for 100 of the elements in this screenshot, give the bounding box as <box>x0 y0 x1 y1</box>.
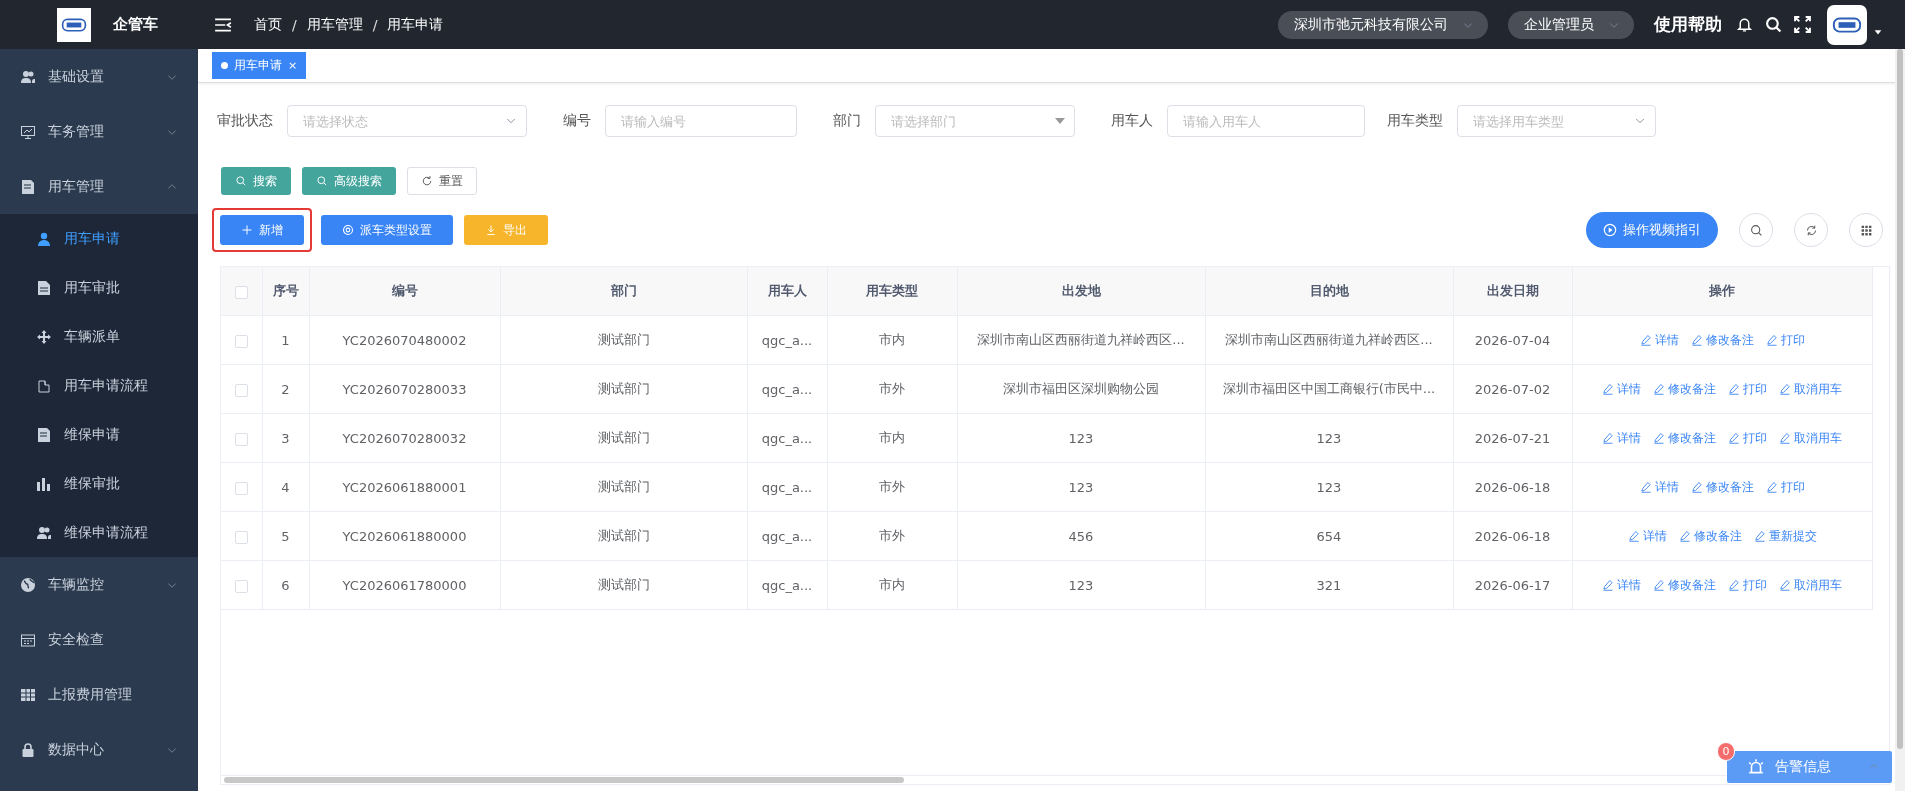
row-checkbox[interactable] <box>234 383 248 397</box>
filter-label: 用车人 <box>1111 112 1153 130</box>
table-cell: 测试部门 <box>500 511 747 561</box>
calendar-icon <box>20 631 36 648</box>
action-link[interactable]: 重新提交 <box>1753 527 1817 545</box>
action-link[interactable]: 打印 <box>1765 331 1805 349</box>
pencil-icon <box>1779 432 1791 444</box>
table-cell: 6 <box>262 560 309 610</box>
input-field[interactable]: 请输入编号 <box>605 105 797 137</box>
select-field[interactable]: 请选择部门 <box>875 105 1075 137</box>
filter-label: 用车类型 <box>1387 112 1443 130</box>
table-cell: 321 <box>1205 560 1453 610</box>
action-link[interactable]: 修改备注 <box>1653 429 1716 447</box>
table-cell: 2026-06-17 <box>1453 560 1572 610</box>
sidebar-item[interactable]: 基础设置 <box>0 49 198 104</box>
action-link[interactable]: 修改备注 <box>1678 527 1742 545</box>
pencil-icon <box>1779 579 1791 591</box>
sidebar-subitem[interactable]: 用车申请 <box>0 214 198 263</box>
action-link[interactable]: 修改备注 <box>1653 576 1716 594</box>
filter-label: 审批状态 <box>217 112 273 130</box>
pencil-icon <box>1779 383 1791 395</box>
table-cell: qgc_a... <box>747 364 827 414</box>
action-link[interactable]: 打印 <box>1728 429 1767 447</box>
column-header: 出发日期 <box>1453 267 1572 316</box>
columns-button[interactable] <box>1849 213 1883 247</box>
settings-button[interactable]: 派车类型设置 <box>321 215 453 245</box>
search-button[interactable]: 高级搜索 <box>302 167 396 195</box>
guide-button[interactable]: 操作视频指引 <box>1586 212 1718 248</box>
select-field[interactable]: 请选择用车类型 <box>1457 105 1656 137</box>
action-link[interactable]: 修改备注 <box>1690 478 1754 496</box>
sidebar-subitem[interactable]: 维保申请 <box>0 410 198 459</box>
action-link[interactable]: 取消用车 <box>1779 380 1842 398</box>
action-link[interactable]: 打印 <box>1728 380 1767 398</box>
search-button[interactable]: 搜索 <box>221 167 291 195</box>
column-header: 序号 <box>262 267 309 316</box>
action-link[interactable]: 详情 <box>1602 380 1641 398</box>
action-link[interactable]: 详情 <box>1602 429 1641 447</box>
sidebar-subitem[interactable]: 维保申请流程 <box>0 508 198 557</box>
action-link[interactable]: 修改备注 <box>1690 331 1754 349</box>
add-button[interactable]: 新增 <box>220 215 304 245</box>
table-cell: 1 <box>262 315 309 365</box>
action-link[interactable]: 详情 <box>1602 576 1641 594</box>
pencil-icon <box>1765 334 1778 346</box>
sidebar-item[interactable]: 安全检查 <box>0 612 198 667</box>
scrollbar-thumb[interactable] <box>224 777 904 783</box>
table-cell: 5 <box>262 511 309 561</box>
sidebar-item[interactable]: 用车管理 <box>0 159 198 214</box>
document-icon <box>36 426 52 443</box>
row-checkbox[interactable] <box>234 334 248 348</box>
sidebar-subitem[interactable]: 车辆派单 <box>0 312 198 361</box>
table-cell: 测试部门 <box>500 364 747 414</box>
select-all-checkbox[interactable] <box>234 285 248 299</box>
breadcrumb-item[interactable]: 用车管理 <box>306 15 363 34</box>
breadcrumb-separator: / <box>372 16 378 33</box>
action-link[interactable]: 打印 <box>1765 478 1805 496</box>
user-avatar[interactable] <box>1827 4 1867 45</box>
grid-icon <box>1859 223 1873 237</box>
move-icon <box>36 328 52 345</box>
refresh-icon <box>421 175 433 187</box>
row-checkbox[interactable] <box>234 432 248 446</box>
action-link[interactable]: 修改备注 <box>1653 380 1716 398</box>
table-cell: YC2026070280033 <box>309 364 500 414</box>
sidebar-item[interactable]: 上报费用管理 <box>0 667 198 722</box>
table-cell: 4 <box>262 462 309 512</box>
scrollbar-thumb[interactable] <box>1897 49 1903 749</box>
row-checkbox[interactable] <box>234 530 248 544</box>
refresh-button[interactable] <box>1794 213 1828 247</box>
table-cell: YC2026061880000 <box>309 511 500 561</box>
sidebar-subitem[interactable]: 用车申请流程 <box>0 361 198 410</box>
action-link[interactable]: 详情 <box>1639 478 1679 496</box>
reset-button[interactable]: 重置 <box>407 167 477 195</box>
help-link[interactable]: 使用帮助 <box>1654 13 1722 36</box>
sidebar-item[interactable]: 车辆监控 <box>0 557 198 612</box>
action-link[interactable]: 取消用车 <box>1779 576 1842 594</box>
sidebar-item[interactable]: 数据中心 <box>0 722 198 777</box>
search-toggle-button[interactable] <box>1739 213 1773 247</box>
row-checkbox[interactable] <box>234 579 248 593</box>
table-cell: 123 <box>1205 413 1453 463</box>
role-select[interactable]: 企业管理员 <box>1508 10 1634 39</box>
action-link[interactable]: 详情 <box>1627 527 1667 545</box>
fullscreen-icon <box>1794 16 1811 33</box>
file-icon <box>36 279 52 296</box>
action-link[interactable]: 详情 <box>1639 331 1679 349</box>
sidebar-subitem[interactable]: 维保审批 <box>0 459 198 508</box>
select-field[interactable]: 请选择状态 <box>287 105 527 137</box>
pencil-icon <box>1728 432 1740 444</box>
sidebar-subitem[interactable]: 用车审批 <box>0 263 198 312</box>
monitor-icon <box>20 123 36 140</box>
pencil-icon <box>1690 334 1703 346</box>
action-link[interactable]: 打印 <box>1728 576 1767 594</box>
lock-icon <box>20 741 36 758</box>
plus-icon <box>241 224 253 236</box>
sidebar-item[interactable]: 车务管理 <box>0 104 198 159</box>
company-select[interactable]: 深圳市弛元科技有限公司 <box>1278 10 1488 39</box>
page-tab[interactable]: 用车申请 × <box>212 52 307 79</box>
action-link[interactable]: 取消用车 <box>1779 429 1842 447</box>
row-checkbox[interactable] <box>234 481 248 495</box>
breadcrumb-item[interactable]: 首页 <box>254 15 282 34</box>
breadcrumb-item[interactable]: 用车申请 <box>387 15 444 34</box>
input-field[interactable]: 请输入用车人 <box>1167 105 1365 137</box>
